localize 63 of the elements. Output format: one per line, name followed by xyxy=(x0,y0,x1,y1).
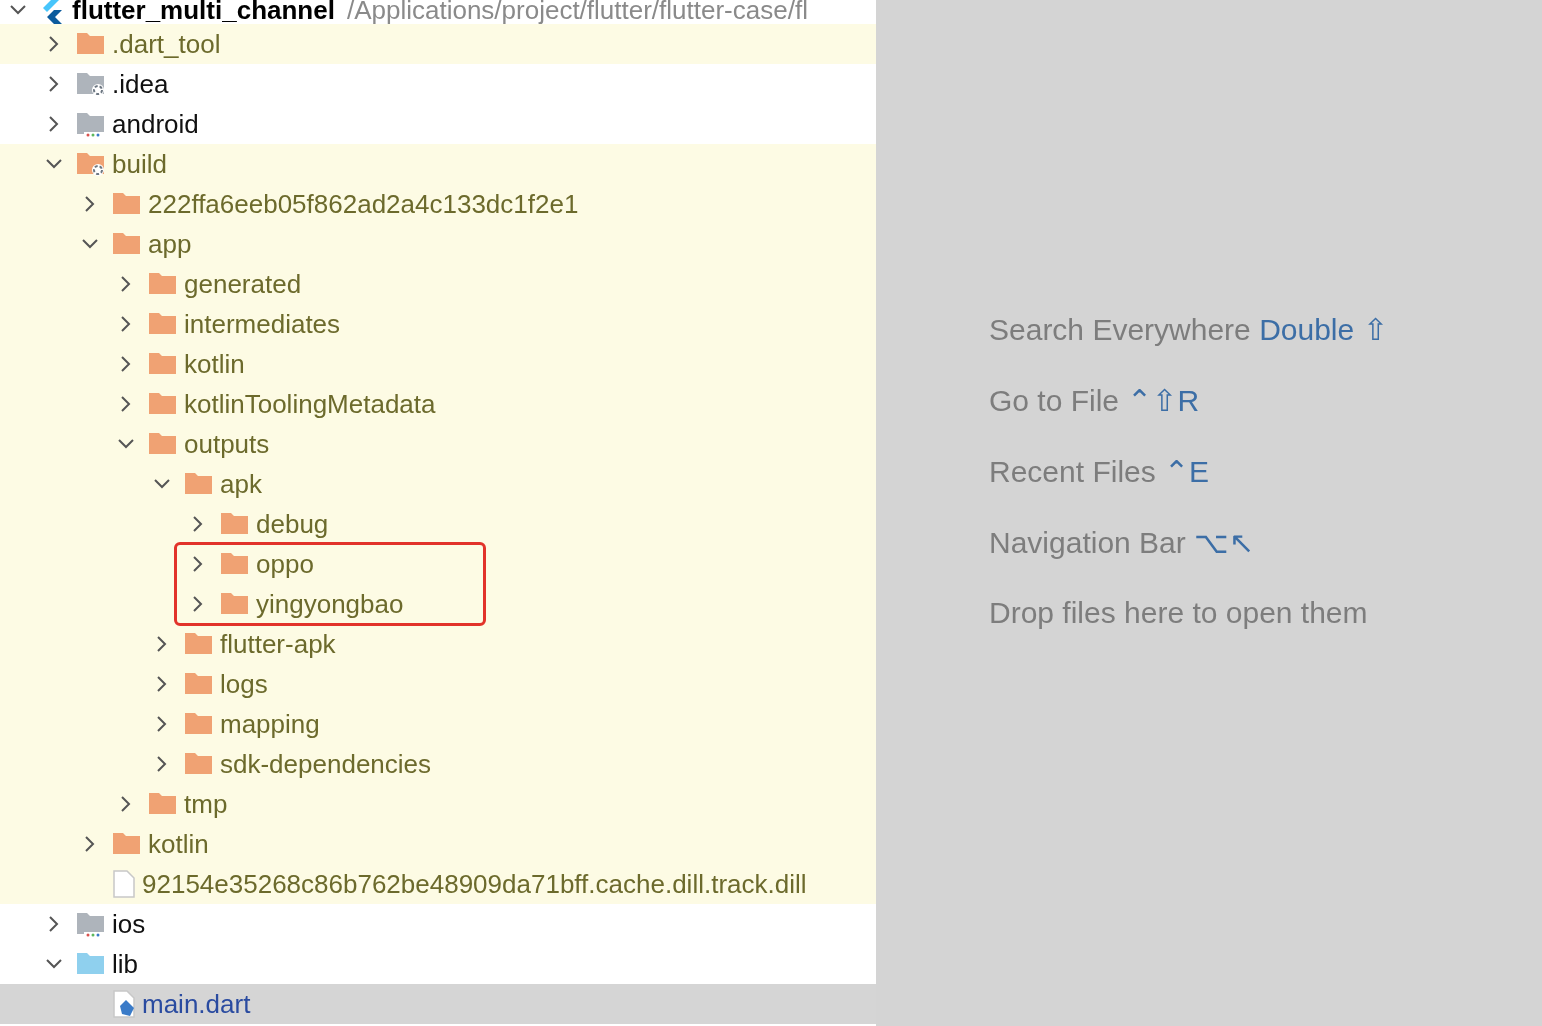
editor-hint: Search Everywhere Double ⇧ xyxy=(989,312,1389,347)
tree-row[interactable]: app xyxy=(0,224,876,264)
tree-item-label: debug xyxy=(256,508,329,540)
tree-item-label: oppo xyxy=(256,548,314,580)
tree-item-label: ios xyxy=(112,908,146,940)
gear-folder-icon xyxy=(76,150,106,178)
tree-row[interactable]: mapping xyxy=(0,704,876,744)
tree-row[interactable]: generated xyxy=(0,264,876,304)
tree-row[interactable]: logs xyxy=(0,664,876,704)
tree-item-label: android xyxy=(112,108,199,140)
tree-item-label: generated xyxy=(184,268,302,300)
gear-folder-icon xyxy=(76,70,106,98)
tree-row[interactable]: flutter-apk xyxy=(0,624,876,664)
tree-item-label: 92154e35268c86b762be48909da71bff.cache.dill.track.dill xyxy=(142,868,807,900)
tree-row[interactable]: debug xyxy=(0,504,876,544)
tree-row[interactable]: oppo xyxy=(0,544,876,584)
tree-row[interactable]: yingyongbao xyxy=(0,584,876,624)
tree-row[interactable]: main.dart xyxy=(0,984,876,1024)
tree-row[interactable]: lib xyxy=(0,944,876,984)
tree-item-label: intermediates xyxy=(184,308,341,340)
editor-hint: Go to File ⌃⇧R xyxy=(989,383,1201,418)
tree-row[interactable]: intermediates xyxy=(0,304,876,344)
tree-item-label: tmp xyxy=(184,788,228,820)
dart-file-icon xyxy=(112,990,136,1018)
tree-row[interactable]: tmp xyxy=(0,784,876,824)
tree-row[interactable]: android xyxy=(0,104,876,144)
tree-item-label: apk xyxy=(220,468,262,500)
tree-item-label: logs xyxy=(220,668,268,700)
project-name: flutter_multi_channel xyxy=(72,0,335,26)
tree-row[interactable]: build xyxy=(0,144,876,184)
module-folder-icon xyxy=(76,910,106,938)
tree-item-label: app xyxy=(148,228,192,260)
tree-row[interactable]: 92154e35268c86b762be48909da71bff.cache.dill.track.dill xyxy=(0,864,876,904)
tree-row[interactable]: apk xyxy=(0,464,876,504)
editor-hint: Navigation Bar ⌥↖ xyxy=(989,525,1256,560)
module-folder-icon xyxy=(76,110,106,138)
tree-row[interactable]: kotlin xyxy=(0,824,876,864)
tree-row[interactable]: sdk-dependencies xyxy=(0,744,876,784)
tree-item-label: .dart_tool xyxy=(112,28,221,60)
tree-row[interactable]: .dart_tool xyxy=(0,24,876,64)
tree-item-label: mapping xyxy=(220,708,320,740)
tree-item-label: 222ffa6eeb05f862ad2a4c133dc1f2e1 xyxy=(148,188,579,220)
editor-hint: Drop files here to open them xyxy=(989,596,1369,630)
tree-item-label: kotlinToolingMetadata xyxy=(184,388,436,420)
tree-row[interactable]: kotlin xyxy=(0,344,876,384)
tree-row[interactable]: kotlinToolingMetadata xyxy=(0,384,876,424)
tree-item-label: flutter-apk xyxy=(220,628,336,660)
tree-item-label: outputs xyxy=(184,428,270,460)
tree-row[interactable]: 222ffa6eeb05f862ad2a4c133dc1f2e1 xyxy=(0,184,876,224)
file-icon xyxy=(112,870,136,898)
tree-row[interactable]: ios xyxy=(0,904,876,944)
tree-item-label: kotlin xyxy=(148,828,209,860)
tree-item-label: yingyongbao xyxy=(256,588,404,620)
tree-item-label: main.dart xyxy=(142,988,251,1020)
tree-item-label: sdk-dependencies xyxy=(220,748,432,780)
tree-item-label: build xyxy=(112,148,167,180)
tree-row[interactable]: outputs xyxy=(0,424,876,464)
editor-hint: Recent Files ⌃E xyxy=(989,454,1211,489)
tree-item-label: .idea xyxy=(112,68,169,100)
tree-item-label: lib xyxy=(112,948,138,980)
tree-item-label: kotlin xyxy=(184,348,245,380)
tree-row[interactable]: .idea xyxy=(0,64,876,104)
project-path: /Applications/project/flutter/flutter-case/fl xyxy=(346,0,808,26)
